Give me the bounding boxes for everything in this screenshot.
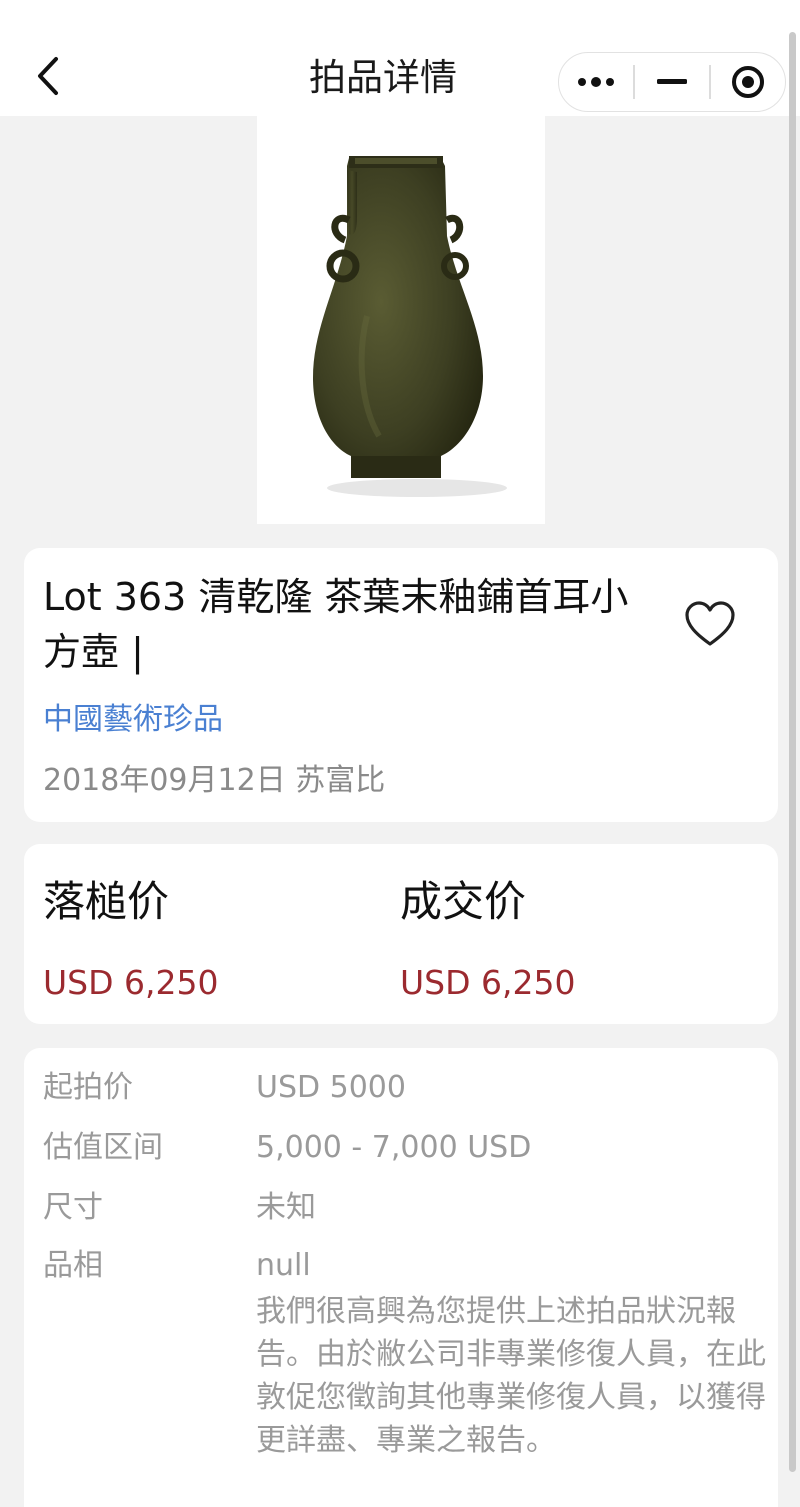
condition-report-note: 我們很高興為您提供上述拍品狀況報告。由於敝公司非專業修復人員，在此敦促您徵詢其他… xyxy=(256,1294,766,1458)
lot-info-card: Lot 363 清乾隆 茶葉末釉鋪首耳小方壺 | 中國藝術珍品 2018年09月… xyxy=(24,548,778,822)
category-link[interactable]: 中國藝術珍品 xyxy=(43,700,223,740)
favorite-button[interactable] xyxy=(684,598,736,650)
more-dots-icon xyxy=(578,77,615,87)
scrollbar[interactable] xyxy=(789,32,796,1472)
target-circle-icon xyxy=(731,66,764,98)
size-label: 尺寸 xyxy=(43,1190,103,1225)
close-button[interactable] xyxy=(711,53,785,111)
details-card: 起拍价 USD 5000 估值区间 5,000 - 7,000 USD 尺寸 未… xyxy=(24,1048,778,1507)
navigation-bar: 拍品详情 xyxy=(0,0,800,116)
price-card: 落槌价 USD 6,250 成交价 USD 6,250 xyxy=(24,844,778,1024)
size-value: 未知 xyxy=(256,1190,316,1225)
starting-price-label: 起拍价 xyxy=(43,1070,133,1105)
minimize-icon xyxy=(656,79,687,84)
starting-price-value: USD 5000 xyxy=(256,1070,406,1105)
heart-outline-icon xyxy=(685,601,735,646)
estimate-value: 5,000 - 7,000 USD xyxy=(256,1130,532,1165)
estimate-label: 估值区间 xyxy=(43,1130,163,1165)
minimize-button[interactable] xyxy=(635,53,709,111)
final-price-value: USD 6,250 xyxy=(400,963,576,1002)
lot-image[interactable] xyxy=(257,116,545,524)
auction-date-house: 2018年09月12日 苏富比 xyxy=(43,763,386,798)
more-button[interactable] xyxy=(559,53,633,111)
hammer-price-label: 落槌价 xyxy=(43,877,170,926)
lot-title: Lot 363 清乾隆 茶葉末釉鋪首耳小方壺 | xyxy=(43,575,629,674)
hammer-price-value: USD 6,250 xyxy=(43,963,219,1002)
mini-program-capsule xyxy=(558,52,786,112)
vase-image xyxy=(313,156,507,497)
final-price-label: 成交价 xyxy=(400,877,527,926)
condition-label: 品相 xyxy=(43,1248,103,1283)
condition-value: null xyxy=(256,1248,311,1283)
